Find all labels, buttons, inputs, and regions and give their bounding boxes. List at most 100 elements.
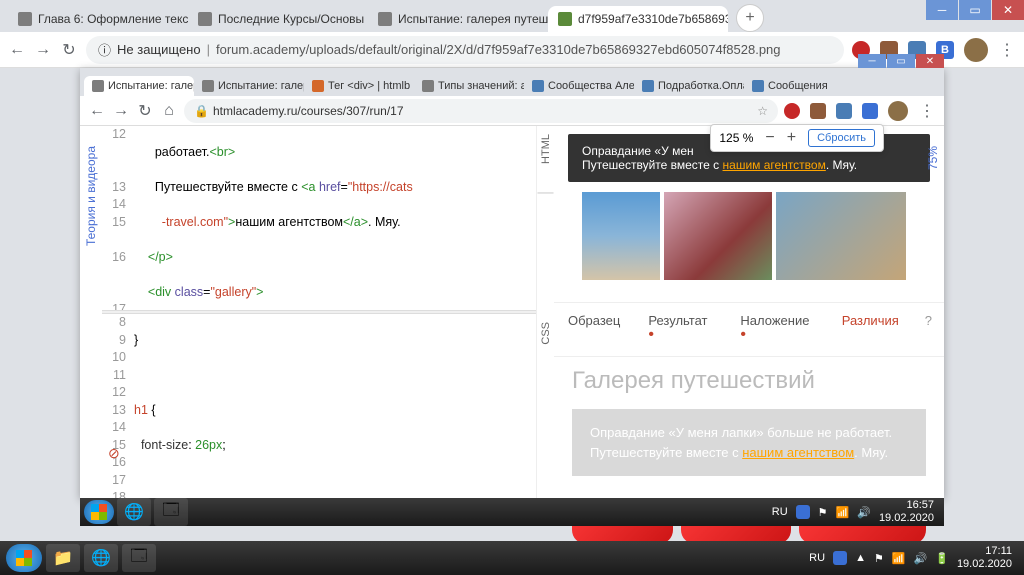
tray-icon[interactable]: ⚑ [874,552,884,565]
tray-icon[interactable] [796,505,810,519]
favicon-icon [422,80,434,92]
zoom-reset-button[interactable]: Сбросить [808,129,875,147]
progress-label: 75% [926,146,940,170]
inner-tray: RU ⚑ 📶 🔊 16:5719.02.2020 [772,499,940,525]
menu-icon[interactable]: ⋮ [998,41,1016,59]
adblock-icon[interactable] [784,103,800,119]
favicon-icon [202,80,214,92]
inner-tab[interactable]: Испытание: галер [194,76,304,96]
tab-label: Сообщества Але [548,80,634,92]
inner-tab-strip: Испытание: галер Испытание: галер Тег <d… [80,68,944,96]
gallery-image-turkey [776,192,906,280]
tab-overlay[interactable]: Наложение • [726,303,827,356]
left-rail[interactable]: Теория и видеора [80,126,102,498]
extensions: ⋮ [784,101,936,121]
inner-tab[interactable]: Тег <div> | htmlb [304,76,414,96]
diff-paragraph: Оправдание «У меня лапки» больше не рабо… [572,409,926,476]
back-button[interactable]: ← [88,102,106,120]
forward-button[interactable]: → [34,41,52,59]
lang-indicator[interactable]: RU [772,506,788,518]
info-icon: ⓘ [98,40,111,59]
url-text: htmlacademy.ru/courses/307/run/17 [213,104,404,118]
minimize-button[interactable]: ─ [858,54,886,68]
tab-label: Типы значений: а [438,80,524,92]
tray-icon[interactable]: 🔊 [914,552,928,565]
gallery-image-greece [582,192,660,280]
html-label[interactable]: HTML [540,134,552,164]
lock-icon: 🔒 [194,104,209,118]
favicon-icon [312,80,324,92]
zoom-out-button[interactable]: − [765,129,774,147]
tray-icon[interactable]: 🔊 [857,506,871,519]
preview-pane: 125 % − + Сбросить 75% Оправдание «У мен… [554,126,944,498]
tab-label: Тег <div> | htmlb [328,80,410,92]
inner-tab[interactable]: Подработка.Опла [634,76,744,96]
favicon-icon [18,12,32,26]
tab-label: Подработка.Опла [658,80,744,92]
extension-icon[interactable] [810,103,826,119]
inner-tab[interactable]: Сообщения [744,76,836,96]
text: Путешествуйте вместе с [590,445,742,460]
tray-icon[interactable] [833,551,847,565]
profile-avatar[interactable] [888,101,908,121]
zoom-in-button[interactable]: + [787,129,796,147]
outer-tab[interactable]: Последние Курсы/Основы CSS× [188,6,368,32]
outer-tab-active[interactable]: d7f959af7e3310de7b65869327e× [548,6,728,32]
favicon-icon [92,80,104,92]
taskbar-explorer-icon[interactable]: 📁 [46,544,80,572]
code-column: 12131415161718192021 работает.<br> Путеш… [102,126,536,498]
gallery [568,182,930,294]
agency-link[interactable]: нашим агентством [742,445,854,460]
reload-button[interactable]: ↻ [60,41,78,59]
back-button[interactable]: ← [8,41,26,59]
maximize-button[interactable]: ▭ [959,0,991,20]
tab-diff[interactable]: Различия [828,303,913,356]
address-bar[interactable]: ⓘ Не защищено | forum.academy/uploads/de… [86,36,844,64]
css-editor[interactable]: 89101112131415161718192021222324 } h1 { … [102,314,536,498]
tray-icon[interactable]: 📶 [892,552,906,565]
preview-render: Оправдание «У мен Путешествуйте вместе с… [554,126,944,302]
html-editor[interactable]: 12131415161718192021 работает.<br> Путеш… [102,126,536,310]
tray-icon[interactable]: ▲ [855,552,866,564]
start-button[interactable] [6,544,42,572]
extension-icon[interactable] [836,103,852,119]
tray-icon[interactable]: 📶 [836,506,850,519]
maximize-button[interactable]: ▭ [887,54,915,68]
tab-result[interactable]: Результат • [634,303,726,356]
clock[interactable]: 17:1119.02.2020 [957,545,1018,571]
inner-address-bar[interactable]: 🔒 htmlacademy.ru/courses/307/run/17 ☆ [184,99,778,123]
text: . Мяу. [854,445,888,460]
star-icon[interactable]: ☆ [757,104,768,118]
tray-icon[interactable]: ⚑ [818,506,828,519]
clock[interactable]: 16:5719.02.2020 [879,499,940,525]
outer-tab[interactable]: Испытание: галерея путешес× [368,6,548,32]
help-button[interactable]: ? [913,303,944,356]
inner-tab[interactable]: Сообщества Але [524,76,634,96]
vk-icon[interactable] [862,103,878,119]
home-button[interactable]: ⌂ [160,102,178,120]
taskbar-chrome-icon[interactable]: 🌐 [117,498,151,526]
outer-tab[interactable]: Глава 6: Оформление текста —× [8,6,188,32]
inner-tab-active[interactable]: Испытание: галер [84,76,194,96]
reload-button[interactable]: ↻ [136,102,154,120]
new-tab-button[interactable]: + [736,4,764,32]
minimize-button[interactable]: ─ [926,0,958,20]
outer-taskbar: 📁 🌐 🗔 RU ▲ ⚑ 📶 🔊 🔋 17:1119.02.2020 [0,541,1024,575]
url-text: forum.academy/uploads/default/original/2… [216,42,781,57]
menu-icon[interactable]: ⋮ [918,102,936,120]
agency-link[interactable]: нашим агентством [723,158,826,172]
taskbar-chrome-icon[interactable]: 🌐 [84,544,118,572]
outer-tab-strip: Глава 6: Оформление текста —× Последние … [0,0,1024,32]
inner-tab[interactable]: Типы значений: а [414,76,524,96]
close-button[interactable]: ✕ [916,54,944,68]
tab-sample[interactable]: Образец [554,303,634,356]
start-button[interactable] [84,500,114,524]
css-label[interactable]: CSS [540,322,552,345]
taskbar-app-icon[interactable]: 🗔 [154,498,188,526]
forward-button[interactable]: → [112,102,130,120]
lang-indicator[interactable]: RU [809,552,825,564]
close-button[interactable]: ✕ [992,0,1024,20]
tray-icon[interactable]: 🔋 [935,552,949,565]
profile-avatar[interactable] [964,38,988,62]
taskbar-app-icon[interactable]: 🗔 [122,544,156,572]
